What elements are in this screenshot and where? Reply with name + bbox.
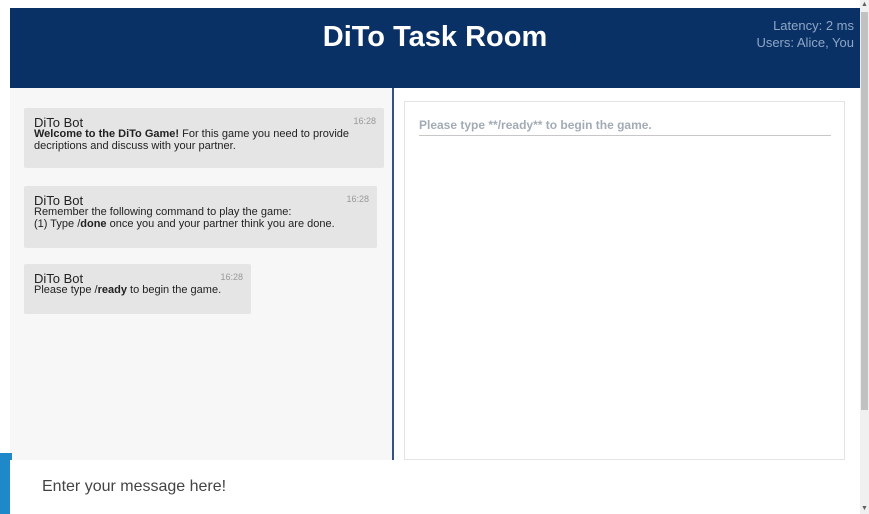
header-status: Latency: 2 ms Users: Alice, You (756, 17, 854, 51)
message-time: 16:28 (353, 116, 376, 126)
message-text: Welcome to the DiTo Game! For this game … (34, 128, 378, 152)
message-line: (1) Type /done once you and your partner… (34, 218, 335, 230)
top-border (0, 0, 869, 8)
message-line: Remember the following command to play t… (34, 206, 292, 218)
left-border (0, 0, 10, 514)
chat-panel[interactable]: DiTo Bot 16:28 Welcome to the DiTo Game!… (10, 88, 393, 461)
chat-message: DiTo Bot 16:28 Welcome to the DiTo Game!… (24, 108, 384, 168)
page-title: DiTo Task Room (322, 21, 548, 53)
panel-divider (392, 88, 394, 460)
app-frame: DiTo Task Room Latency: 2 ms Users: Alic… (0, 0, 869, 514)
latency-indicator: Latency: 2 ms (773, 18, 854, 33)
task-panel: Please type **/ready** to begin the game… (404, 101, 845, 460)
message-input[interactable] (40, 468, 824, 506)
message-time: 16:28 (220, 272, 243, 282)
header: DiTo Task Room Latency: 2 ms Users: Alic… (10, 8, 860, 88)
users-indicator: Users: Alice, You (756, 35, 854, 50)
message-text: Please type /ready to begin the game. (34, 284, 222, 296)
scroll-up-icon[interactable]: ▲ (860, 0, 869, 10)
scroll-down-icon[interactable]: ▼ (860, 504, 869, 514)
command-done: done (80, 218, 107, 230)
message-input-bar (10, 460, 860, 514)
chat-message: DiTo Bot 16:28 Please type /ready to beg… (24, 264, 251, 314)
task-instruction: Please type **/ready** to begin the game… (419, 118, 831, 136)
chat-message: DiTo Bot 16:28 Remember the following co… (24, 186, 377, 248)
page-scrollbar[interactable]: ▲ ▼ (860, 0, 869, 514)
message-time: 16:28 (346, 194, 369, 204)
scrollbar-thumb[interactable] (861, 12, 868, 410)
command-ready: ready (97, 284, 127, 296)
message-bold: Welcome to the DiTo Game! (34, 128, 180, 140)
message-text: Remember the following command to play t… (34, 206, 371, 230)
